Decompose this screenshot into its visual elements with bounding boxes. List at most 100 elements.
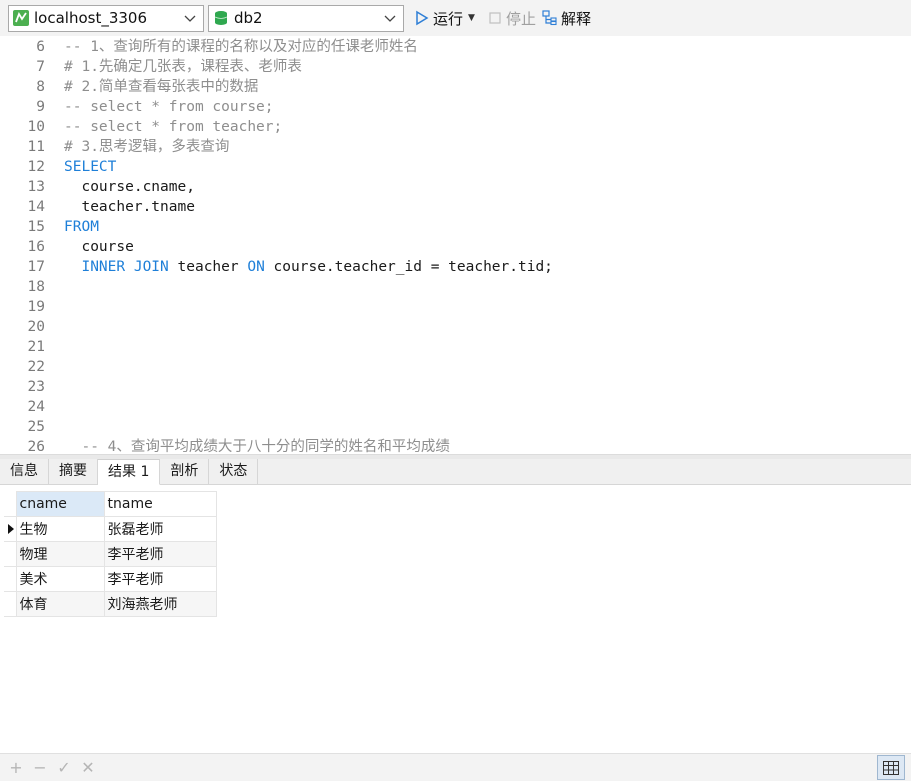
code-line: 22 [0,357,911,377]
database-select[interactable]: db2 [208,4,404,32]
grid-icon [883,760,899,775]
code-line: 6 -- 1、查询所有的课程的名称以及对应的任课老师姓名 [0,37,911,57]
code-line: 23 [0,377,911,397]
code-line: 10 -- select * from teacher; [0,117,911,137]
row-header[interactable] [4,566,17,592]
line-number: 24 [27,399,45,415]
grid-view-button[interactable] [877,755,905,780]
connection-select[interactable]: localhost_3306 [8,4,204,32]
code-line: 21 [0,337,911,357]
column-header-cname[interactable]: cname [15,491,105,517]
table-cell[interactable]: 李平老师 [103,566,217,592]
column-header-tname[interactable]: tname [103,491,217,517]
table-cell[interactable]: 张磊老师 [103,516,217,542]
code-line: 16 course [0,237,911,257]
line-number: 21 [27,339,45,355]
table-row[interactable]: 体育 刘海燕老师 [4,591,217,617]
line-number: 10 [27,119,45,135]
code-text: -- 4、查询平均成绩大于八十分的同学的姓名和平均成绩 [64,437,450,454]
code-line: 14 teacher.tname [0,197,911,217]
tab-1[interactable]: 摘要 [49,459,98,484]
code-token-plain: teacher [168,259,248,275]
row-header[interactable] [4,516,17,542]
code-line: 26 -- 4、查询平均成绩大于八十分的同学的姓名和平均成绩 [0,437,911,454]
code-text: -- select * from teacher; [64,117,282,137]
tab-2[interactable]: 结果 1 [98,459,161,485]
code-text: INNER JOIN teacher ON course.teacher_id … [64,257,553,277]
line-number: 19 [27,299,45,315]
code-line: 7 # 1.先确定几张表，课程表、老师表 [0,57,911,77]
code-token-comment: -- 1、查询所有的课程的名称以及对应的任课老师姓名 [64,39,418,55]
line-number: 8 [36,79,45,95]
code-token-keyword: FROM [64,219,99,235]
line-number: 9 [36,99,45,115]
table-cell[interactable]: 生物 [15,516,105,542]
tab-0[interactable]: 信息 [0,459,49,484]
add-row-button[interactable]: + [8,759,24,776]
header-row: cname tname [4,491,217,517]
table-cell[interactable]: 刘海燕老师 [103,591,217,617]
table-cell[interactable]: 物理 [15,541,105,567]
code-token-comment: -- select * from course; [64,99,274,115]
line-number: 12 [27,159,45,175]
apply-changes-button[interactable]: ✓ [56,759,72,776]
code-text: teacher.tname [64,197,195,217]
code-token-comment: # 1.先确定几张表，课程表、老师表 [64,59,302,75]
current-row-marker-icon [8,524,14,534]
code-line: 24 [0,397,911,417]
code-line: 20 [0,317,911,337]
code-token-keyword: INNER JOIN [81,259,169,275]
code-line: 19 [0,297,911,317]
stop-icon [489,12,501,24]
run-button[interactable]: 运行 ▼ [414,5,481,32]
code-line: 15 FROM [0,217,911,237]
code-token-plain: course.cname, [64,179,195,195]
tab-4[interactable]: 状态 [209,459,259,484]
table-row[interactable]: 物理 李平老师 [4,541,217,567]
sql-editor[interactable]: 6 -- 1、查询所有的课程的名称以及对应的任课老师姓名 7 # 1.先确定几张表，课… [0,36,911,454]
table-row[interactable]: 生物 张磊老师 [4,516,217,542]
line-number: 7 [36,59,45,75]
stop-button[interactable]: 停止 [487,5,536,32]
code-token-comment: -- select * from teacher; [64,119,283,135]
tab-3[interactable]: 剖析 [160,459,210,484]
results-panel: cname tname 生物 张磊老师 物理 李平老师 美术 李平老师 体育 刘海燕老师 [0,485,911,753]
explain-label: 解释 [560,9,591,28]
code-token-plain: course.teacher_id = teacher.tid; [264,259,553,275]
run-dropdown-icon[interactable]: ▼ [468,13,475,23]
line-number: 16 [27,239,45,255]
line-number: 26 [27,439,45,454]
line-number: 13 [27,179,45,195]
row-header[interactable] [4,591,17,617]
table-row[interactable]: 美术 李平老师 [4,566,217,592]
explain-button[interactable]: 解释 [542,5,591,32]
discard-changes-button[interactable]: ✕ [80,759,96,776]
code-text: # 1.先确定几张表，课程表、老师表 [64,57,302,77]
code-token-comment: # 2.简单查看每张表中的数据 [64,79,259,95]
delete-row-button[interactable]: − [32,759,48,776]
code-token-comment: -- 4、查询平均成绩大于八十分的同学的姓名和平均成绩 [64,439,450,454]
table-cell[interactable]: 美术 [15,566,105,592]
connection-value: localhost_3306 [34,9,148,27]
line-number: 17 [27,259,45,275]
code-line: 17 INNER JOIN teacher ON course.teacher_… [0,257,911,277]
code-text: -- 1、查询所有的课程的名称以及对应的任课老师姓名 [64,37,418,57]
code-line: 18 [0,277,911,297]
code-token-plain: teacher.tname [64,199,195,215]
code-text: course.cname, [64,177,195,197]
code-line: 9 -- select * from course; [0,97,911,117]
code-text: # 3.思考逻辑，多表查询 [64,137,229,157]
table-cell[interactable]: 李平老师 [103,541,217,567]
code-token-keyword: ON [247,259,265,275]
stop-label: 停止 [505,9,536,28]
database-value: db2 [234,9,263,27]
line-number: 6 [36,39,45,55]
connection-icon [13,10,29,26]
bottom-bar: + − ✓ ✕ [0,753,911,781]
line-number: 22 [27,359,45,375]
table-cell[interactable]: 体育 [15,591,105,617]
row-header[interactable] [4,541,17,567]
line-number: 15 [27,219,45,235]
code-line: 11 # 3.思考逻辑，多表查询 [0,137,911,157]
